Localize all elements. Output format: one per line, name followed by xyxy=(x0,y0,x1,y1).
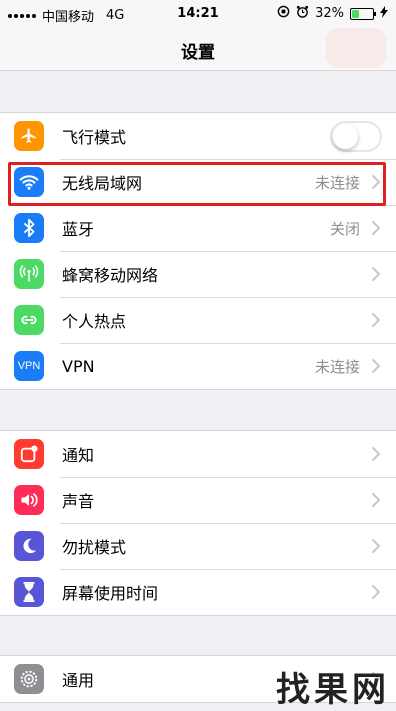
row-label: 无线局域网 xyxy=(62,174,143,193)
airplane-mode-toggle[interactable] xyxy=(330,121,382,152)
settings-row-hotspot[interactable]: 个人热点 xyxy=(0,297,396,343)
row-label: 蜂窝移动网络 xyxy=(62,266,159,285)
chevron-right-icon xyxy=(368,220,384,236)
settings-row-wifi[interactable]: 无线局域网 未连接 xyxy=(0,159,396,205)
row-label: 通知 xyxy=(62,446,95,465)
watermark-text: 找果网 xyxy=(276,670,390,710)
moon-icon xyxy=(14,531,44,561)
hotspot-icon xyxy=(14,305,44,335)
row-divider xyxy=(60,297,396,298)
orientation-lock-icon xyxy=(277,5,290,22)
row-divider xyxy=(60,523,396,524)
row-label: 蓝牙 xyxy=(62,220,95,239)
settings-row-airplane[interactable]: 飞行模式 xyxy=(0,113,396,159)
charging-icon xyxy=(380,5,388,22)
settings-row-moon[interactable]: 勿扰模式 xyxy=(0,523,396,569)
battery-percent: 32% xyxy=(315,6,344,21)
settings-row-hourglass[interactable]: 屏幕使用时间 xyxy=(0,569,396,615)
settings-row-notification[interactable]: 通知 xyxy=(0,431,396,477)
toggle-knob xyxy=(333,124,358,149)
row-divider xyxy=(60,343,396,344)
chevron-right-icon xyxy=(368,174,384,190)
vpn-icon-text: VPN xyxy=(17,360,41,372)
settings-row-antenna[interactable]: 蜂窝移动网络 xyxy=(0,251,396,297)
row-divider xyxy=(60,159,396,160)
notification-icon xyxy=(14,439,44,469)
alarm-icon xyxy=(296,5,309,22)
page-title: 设置 xyxy=(181,43,215,63)
row-label: 飞行模式 xyxy=(62,128,127,147)
settings-group-connectivity: 飞行模式 无线局域网 未连接 蓝牙 关闭 蜂窝移动网络 个人热点 VPN VPN 未连接 xyxy=(0,112,396,390)
settings-group-notifications: 通知声音勿扰模式屏幕使用时间 xyxy=(0,430,396,616)
airplane-icon xyxy=(14,121,44,151)
chevron-right-icon xyxy=(368,358,384,374)
row-divider xyxy=(60,251,396,252)
row-value: 未连接 xyxy=(314,357,360,376)
chevron-right-icon xyxy=(368,446,384,462)
settings-row-vpn[interactable]: VPN VPN 未连接 xyxy=(0,343,396,389)
battery-icon xyxy=(350,7,376,20)
status-bar: 中国移动 4G 14:21 32% xyxy=(0,0,396,28)
settings-row-bluetooth[interactable]: 蓝牙 关闭 xyxy=(0,205,396,251)
chevron-right-icon xyxy=(368,312,384,328)
vpn-icon: VPN xyxy=(14,351,44,381)
gear-icon xyxy=(14,664,44,694)
navigation-bar: 设置 xyxy=(0,28,396,71)
chevron-right-icon xyxy=(368,584,384,600)
chevron-right-icon xyxy=(368,266,384,282)
row-label: 勿扰模式 xyxy=(62,538,127,557)
bluetooth-icon xyxy=(14,213,44,243)
settings-row-speaker[interactable]: 声音 xyxy=(0,477,396,523)
row-divider xyxy=(60,569,396,570)
row-value: 未连接 xyxy=(314,173,360,192)
row-label: 声音 xyxy=(62,492,95,511)
row-value: 关闭 xyxy=(329,219,360,238)
status-right: 32% xyxy=(277,5,388,22)
row-divider xyxy=(60,205,396,206)
hourglass-icon xyxy=(14,577,44,607)
row-label: 个人热点 xyxy=(62,312,127,331)
row-label: 屏幕使用时间 xyxy=(62,584,159,603)
antenna-icon xyxy=(14,259,44,289)
row-label: 通用 xyxy=(62,671,95,690)
chevron-right-icon xyxy=(368,492,384,508)
row-divider xyxy=(60,477,396,478)
row-label: VPN xyxy=(62,356,95,376)
speaker-icon xyxy=(14,485,44,515)
chevron-right-icon xyxy=(368,538,384,554)
wifi-icon xyxy=(14,167,44,197)
